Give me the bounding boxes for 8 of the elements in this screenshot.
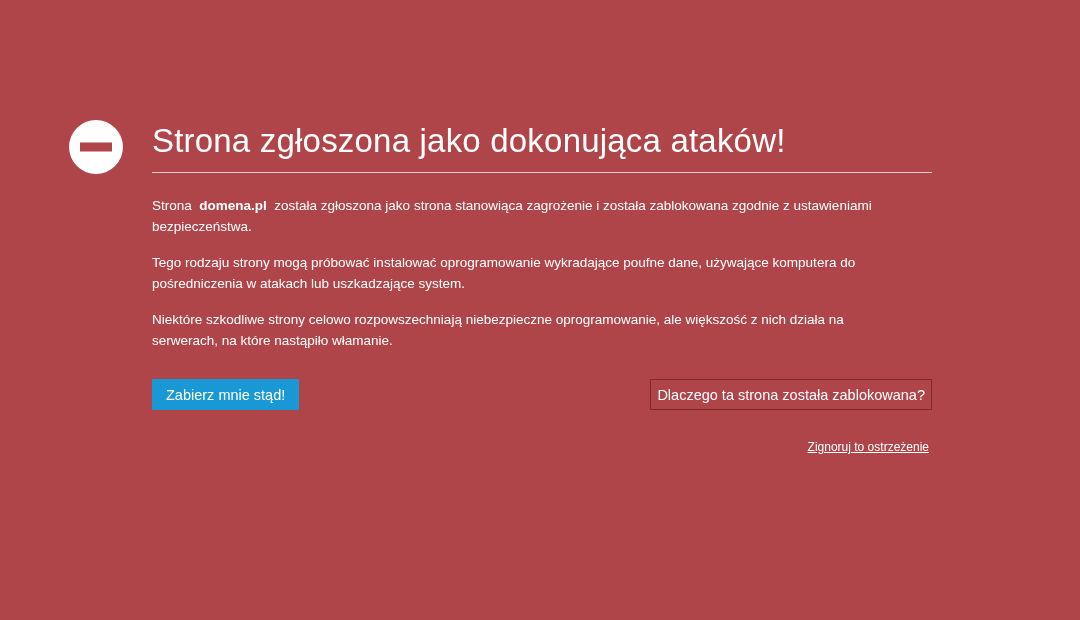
warning-paragraph: Niektóre szkodliwe strony celowo rozpowszechniają niebezpieczne oprogramowanie, ale większość z nich działa na serwerach, na które nastąpiło włamanie. [152, 311, 845, 350]
warning-paragraph: Tego rodzaju strony mogą próbować instalować oprogramowanie wykradające poufne dane, używające komputera do pośredniczenia w atakach lub uszkadzające system. [152, 254, 857, 293]
ignore-warning-link[interactable]: Zignoruj to ostrzeżenie [807, 440, 929, 454]
go-back-button[interactable]: Zabierz mnie stąd! [152, 379, 300, 410]
why-blocked-button[interactable]: Dlaczego ta strona została zablokowana? [650, 379, 932, 410]
blocked-icon [68, 119, 124, 175]
warning-paragraph: Strona domena.pl została zgłoszona jako strona stanowiąca zagrożenie i została zablokowana zgodnie z ustawieniami bezpieczeństwa. [152, 197, 873, 236]
page-title: Strona zgłoszona jako dokonująca ataków! [152, 121, 787, 161]
